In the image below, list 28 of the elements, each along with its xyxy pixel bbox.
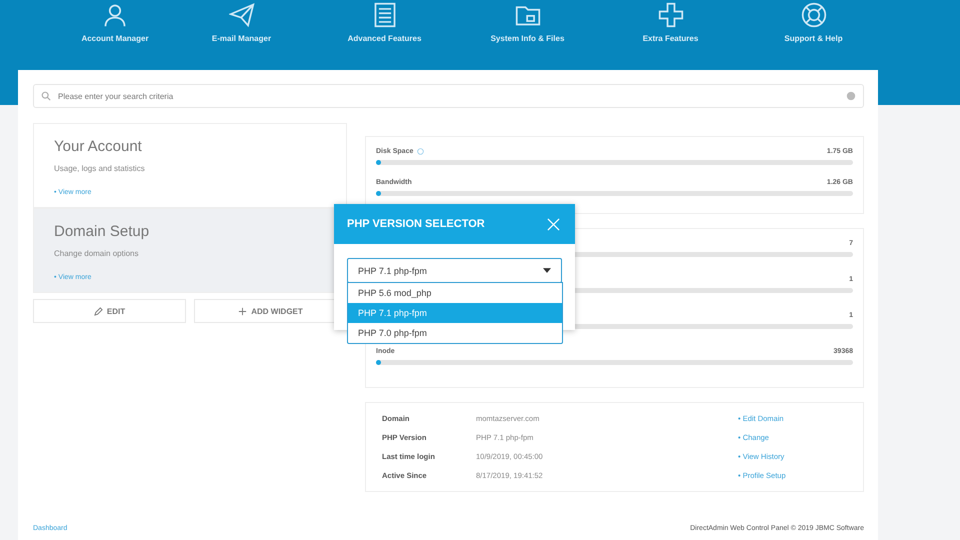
search-field[interactable]: Please enter your search criteria	[33, 84, 864, 108]
caret-icon	[543, 268, 551, 273]
nav-item[interactable]: Support & Help	[742, 2, 885, 43]
nav-item[interactable]: Extra Features	[599, 2, 742, 43]
card-title: Your Account	[54, 138, 143, 155]
nav-item[interactable]: E-mail Manager	[170, 2, 313, 43]
plus-icon	[238, 306, 248, 316]
card-subtitle: Change domain options	[54, 249, 140, 258]
info-icon	[417, 148, 424, 154]
search-icon	[41, 91, 51, 101]
nav-item[interactable]: System Info & Files	[456, 2, 599, 43]
lifebuoy-icon	[800, 2, 826, 28]
card-subtitle: Usage, logs and statistics	[54, 164, 146, 173]
clear-icon	[846, 91, 856, 101]
user-icon	[102, 2, 128, 28]
dropdown-option[interactable]: PHP 7.0 php-fpm	[348, 323, 562, 343]
close-icon[interactable]	[547, 218, 560, 230]
nav-item[interactable]: Advanced Features	[313, 2, 456, 43]
pencil-icon	[94, 306, 103, 316]
modal-title: PHP VERSION SELECTOR	[347, 218, 485, 230]
dropdown-option[interactable]: PHP 5.6 mod_php	[348, 283, 562, 303]
document-icon	[372, 2, 398, 28]
paper-plane-icon	[228, 2, 254, 28]
nav-item[interactable]: Account Manager	[60, 2, 170, 43]
edit-button[interactable]: EDIT	[33, 299, 186, 323]
plus-icon	[658, 2, 684, 28]
card-title: Domain Setup	[54, 223, 150, 240]
dropdown-option[interactable]: PHP 7.1 php-fpm	[348, 303, 562, 323]
